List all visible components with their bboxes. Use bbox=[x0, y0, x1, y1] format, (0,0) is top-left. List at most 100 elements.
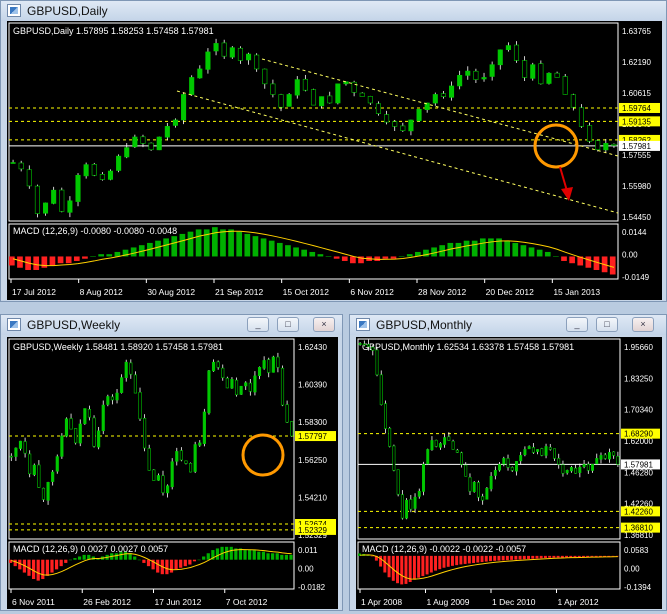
candle-body bbox=[519, 455, 523, 462]
candle-body bbox=[140, 136, 146, 144]
y-tick-label: 1.58300 bbox=[298, 418, 327, 427]
macd-bar bbox=[59, 559, 63, 567]
macd-bar bbox=[520, 245, 527, 257]
candle-body bbox=[83, 408, 87, 424]
price-tag-label: 1.52329 bbox=[298, 526, 327, 535]
daily-titlebar[interactable]: GBPUSD,Daily bbox=[1, 1, 666, 21]
candle-body bbox=[612, 451, 616, 456]
macd-bar bbox=[539, 555, 543, 559]
macd-bar bbox=[77, 556, 82, 560]
macd-bar bbox=[383, 555, 387, 573]
weekly-chart-area[interactable]: GBPUSD,Weekly 1.58481 1.58920 1.57458 1.… bbox=[7, 337, 338, 609]
x-tick-label: 8 Aug 2012 bbox=[80, 287, 123, 297]
x-tick-label: 21 Sep 2012 bbox=[215, 287, 263, 297]
candle-body bbox=[473, 70, 479, 80]
candle-body bbox=[60, 435, 64, 457]
x-tick-label: 7 Oct 2012 bbox=[226, 597, 268, 607]
macd-bar bbox=[261, 551, 266, 560]
macd-bar bbox=[497, 555, 501, 561]
weekly-titlebar[interactable]: GBPUSD,Weekly _ □ × bbox=[1, 315, 342, 335]
macd-bar bbox=[505, 555, 509, 561]
minimize-button[interactable]: _ bbox=[566, 317, 588, 332]
minimize-button[interactable]: _ bbox=[247, 317, 269, 332]
macd-bar bbox=[609, 256, 616, 275]
candle-body bbox=[607, 452, 611, 460]
candle-body bbox=[485, 487, 489, 500]
candle-body bbox=[202, 411, 206, 444]
macd-bar bbox=[171, 236, 178, 257]
candle-body bbox=[198, 442, 202, 446]
candle-body bbox=[107, 170, 114, 180]
y-tick-label: 1.70340 bbox=[624, 406, 653, 415]
weekly-chart-svg[interactable]: GBPUSD,Weekly 1.58481 1.58920 1.57458 1.… bbox=[7, 337, 338, 609]
macd-bar bbox=[280, 554, 284, 560]
y-tick-label: 1.46280 bbox=[624, 468, 653, 477]
monthly-window[interactable]: GBPUSD,Monthly _ □ × GBPUSD,Monthly 1.62… bbox=[349, 314, 667, 611]
candle-body bbox=[205, 51, 211, 70]
x-tick-label: 1 Apr 2008 bbox=[361, 597, 402, 607]
macd-bar bbox=[301, 249, 308, 257]
macd-bar bbox=[133, 556, 137, 560]
candle-body bbox=[553, 448, 556, 459]
monthly-chart-area[interactable]: GBPUSD,Monthly 1.62534 1.63378 1.57458 1… bbox=[356, 337, 662, 609]
close-button[interactable]: × bbox=[632, 317, 654, 332]
macd-bar bbox=[243, 550, 247, 560]
candle-body bbox=[285, 404, 289, 423]
close-button[interactable]: × bbox=[313, 317, 335, 332]
candle-body bbox=[225, 377, 229, 389]
highlight-circle bbox=[241, 433, 285, 477]
x-tick-label: 6 Nov 2011 bbox=[12, 597, 55, 607]
macd-bar bbox=[459, 555, 463, 565]
candle-body bbox=[408, 119, 414, 132]
candle-body bbox=[561, 464, 565, 474]
macd-y-tick-label: -0.1394 bbox=[624, 583, 652, 592]
candle-body bbox=[181, 94, 187, 121]
candle-body bbox=[498, 464, 502, 471]
weekly-window[interactable]: GBPUSD,Weekly _ □ × GBPUSD,Weekly 1.5848… bbox=[0, 314, 343, 611]
monthly-titlebar[interactable]: GBPUSD,Monthly _ □ × bbox=[350, 315, 666, 335]
macd-bar bbox=[82, 256, 88, 259]
candle-body bbox=[595, 458, 599, 465]
candle-body bbox=[515, 461, 518, 472]
macd-bar bbox=[504, 240, 511, 257]
macd-bar bbox=[565, 555, 569, 558]
monthly-chart-svg[interactable]: GBPUSD,Monthly 1.62534 1.63378 1.57458 1… bbox=[356, 337, 662, 609]
macd-bar bbox=[252, 550, 256, 560]
candle-body bbox=[101, 404, 105, 432]
candle-body bbox=[9, 455, 13, 458]
price-frame bbox=[357, 338, 621, 540]
macd-bar bbox=[479, 238, 486, 257]
daily-chart-area[interactable]: GBPUSD,Daily 1.57895 1.58253 1.57458 1.5… bbox=[7, 21, 662, 300]
daily-chart-svg[interactable]: GBPUSD,Daily 1.57895 1.58253 1.57458 1.5… bbox=[7, 21, 662, 300]
macd-bar bbox=[528, 247, 535, 257]
macd-bar bbox=[41, 559, 45, 580]
candle-body bbox=[246, 53, 252, 61]
daily-window[interactable]: GBPUSD,Daily GBPUSD,Daily 1.57895 1.5825… bbox=[0, 0, 667, 302]
macd-bar bbox=[561, 256, 567, 261]
candle-body bbox=[578, 467, 582, 473]
candle-body bbox=[213, 43, 219, 52]
macd-bar bbox=[268, 240, 275, 257]
candle-body bbox=[280, 367, 285, 406]
candle-body bbox=[510, 467, 514, 471]
macd-y-tick-label: 0.00 bbox=[624, 565, 640, 574]
candle-body bbox=[41, 487, 46, 500]
candle-body bbox=[148, 142, 154, 151]
candle-body bbox=[554, 72, 560, 78]
candle-body bbox=[457, 75, 463, 87]
macd-bar bbox=[374, 256, 381, 261]
candle-body bbox=[569, 467, 573, 472]
macd-bar bbox=[169, 559, 174, 573]
candle-body bbox=[538, 63, 544, 85]
macd-bar bbox=[463, 555, 467, 564]
macd-bar bbox=[370, 555, 374, 557]
x-tick-label: 1 Apr 2012 bbox=[558, 597, 599, 607]
macd-bar bbox=[489, 555, 492, 562]
candle-body bbox=[83, 164, 89, 177]
macd-bar bbox=[412, 555, 416, 580]
maximize-button[interactable]: □ bbox=[596, 317, 618, 332]
maximize-button[interactable]: □ bbox=[277, 317, 299, 332]
candle-body bbox=[237, 47, 243, 61]
macd-bar bbox=[471, 240, 478, 257]
candle-body bbox=[443, 437, 447, 445]
